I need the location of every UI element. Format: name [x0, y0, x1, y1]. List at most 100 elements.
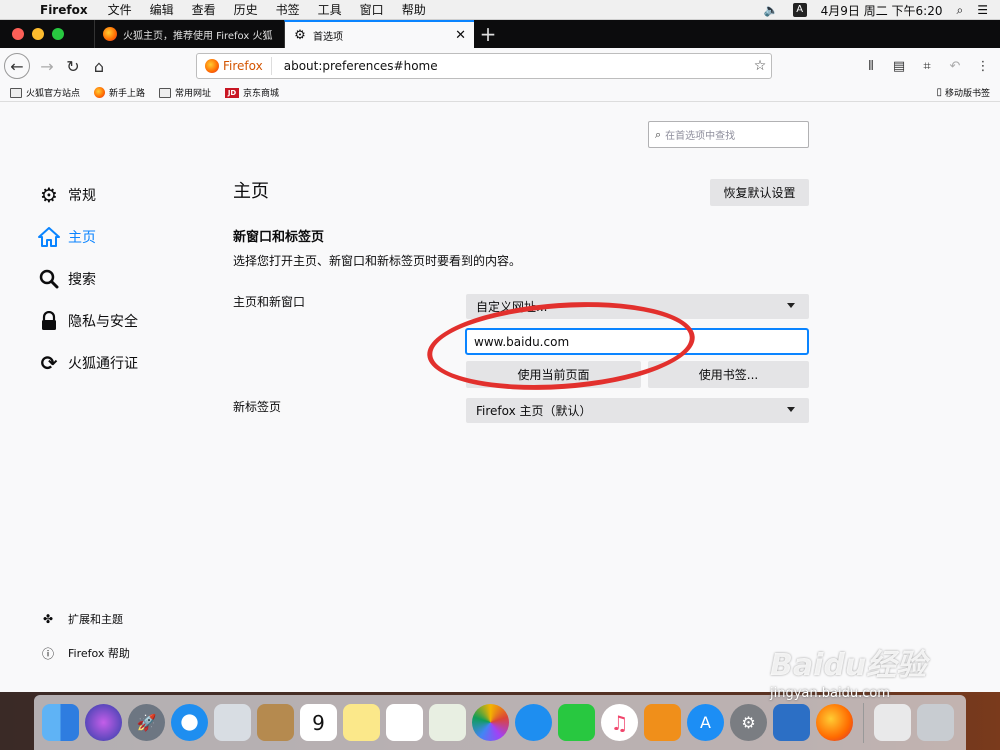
menu-icon[interactable]: ⋮ [972, 53, 994, 79]
category-home[interactable]: 主页 [38, 216, 138, 258]
app-store-icon[interactable]: A [687, 704, 724, 741]
tab-title: 首选项 [313, 31, 343, 43]
jd-logo-icon: JD [225, 87, 240, 98]
library-icon[interactable]: ⫴ [860, 53, 882, 79]
puzzle-icon: ✤ [42, 612, 54, 626]
spotlight-icon[interactable]: ⌕ [957, 3, 964, 18]
category-privacy[interactable]: 隐私与安全 [38, 300, 138, 342]
photos-icon[interactable] [472, 704, 509, 741]
messages-icon[interactable] [515, 704, 552, 741]
sidebar-icon[interactable]: ▤ [888, 53, 910, 79]
back-button[interactable]: ← [4, 53, 30, 79]
app-icon[interactable] [773, 704, 810, 741]
help-link[interactable]: ⓘ Firefox 帮助 [40, 636, 130, 670]
homepage-mode-select[interactable]: 自定义网址... [466, 294, 809, 319]
menu-view[interactable]: 查看 [192, 1, 216, 18]
reload-button[interactable]: ↻ [60, 53, 86, 79]
home-button[interactable]: ⌂ [86, 53, 112, 79]
launchpad-icon[interactable]: 🚀 [128, 704, 165, 741]
bookmark-item[interactable]: 新手上路 [94, 86, 145, 99]
menu-help[interactable]: 帮助 [402, 1, 426, 18]
volume-icon[interactable]: 🔈 [764, 3, 779, 17]
mobile-bookmarks[interactable]: ▯ 移动版书签 [936, 86, 990, 99]
siri-icon[interactable] [85, 704, 122, 741]
itunes-icon[interactable]: ♫ [601, 704, 638, 741]
category-label: 隐私与安全 [68, 314, 138, 330]
newtab-mode-select[interactable]: Firefox 主页（默认） [466, 398, 809, 423]
tab-firefox-home[interactable]: 火狐主页，推荐使用 Firefox 火狐 [94, 20, 284, 48]
category-label: 搜索 [68, 272, 96, 288]
input-method-indicator[interactable]: A [792, 3, 807, 17]
bookmark-item[interactable]: 火狐官方站点 [10, 86, 80, 99]
use-bookmark-button[interactable]: 使用书签... [648, 361, 809, 388]
mobile-device-icon: ▯ [936, 87, 942, 98]
newtab-mode-value: Firefox 主页（默认） [476, 404, 592, 418]
dropdown-caret-icon [787, 407, 795, 412]
preferences-search-input[interactable]: ⌕ 在首选项中查找 [648, 121, 809, 148]
bookmark-label: 新手上路 [109, 89, 146, 99]
bookmark-item[interactable]: JD 京东商城 [225, 86, 279, 99]
screenshot-icon[interactable]: ⌗ [916, 53, 938, 79]
lock-icon [38, 310, 60, 332]
zoom-window-icon[interactable] [52, 28, 64, 40]
forward-button[interactable]: → [34, 53, 60, 79]
menubar-clock[interactable]: 4月9日 周二 下午6:20 [821, 2, 943, 19]
finder-icon[interactable] [42, 704, 79, 741]
addons-link[interactable]: ✤ 扩展和主题 [40, 602, 130, 636]
category-general[interactable]: ⚙ 常规 [38, 174, 138, 216]
use-current-page-button[interactable]: 使用当前页面 [466, 361, 641, 388]
identity-box[interactable]: Firefox [197, 57, 272, 75]
menu-bookmarks[interactable]: 书签 [276, 1, 300, 18]
dock-separator [863, 702, 864, 743]
bookmark-item[interactable]: 常用网址 [159, 86, 211, 99]
firefox-dock-icon[interactable] [816, 704, 853, 741]
address-bar[interactable]: Firefox about:preferences#home ☆ [196, 53, 772, 79]
menu-window[interactable]: 窗口 [360, 1, 384, 18]
notification-center-icon[interactable]: ☰ [977, 3, 988, 17]
category-sync[interactable]: ⟳ 火狐通行证 [38, 342, 138, 384]
baidu-watermark: Baidu经验 jingyan.baidu.com [770, 640, 970, 701]
undo-icon[interactable]: ↶ [944, 53, 966, 79]
reminders-icon[interactable] [386, 704, 423, 741]
help-label: Firefox 帮助 [68, 647, 130, 660]
close-tab-icon[interactable]: ✕ [455, 28, 466, 43]
bookmark-label: 常用网址 [175, 89, 212, 99]
watermark-domain: jingyan.baidu.com [770, 686, 890, 701]
category-label: 火狐通行证 [68, 356, 138, 372]
preview-icon[interactable] [429, 704, 466, 741]
ibooks-icon[interactable] [644, 704, 681, 741]
url-text[interactable]: about:preferences#home [272, 59, 749, 73]
menu-tools[interactable]: 工具 [318, 1, 342, 18]
menu-history[interactable]: 历史 [234, 1, 258, 18]
sync-icon: ⟳ [40, 351, 58, 375]
trash-icon[interactable] [917, 704, 954, 741]
tab-title: 火狐主页，推荐使用 Firefox 火狐 [123, 30, 273, 42]
sidebar-footer: ✤ 扩展和主题 ⓘ Firefox 帮助 [40, 602, 130, 670]
system-preferences-icon[interactable]: ⚙ [730, 704, 767, 741]
menu-app-name[interactable]: Firefox [40, 3, 88, 17]
calendar-icon[interactable]: 9 [300, 704, 337, 741]
new-tab-button[interactable]: + [474, 20, 502, 48]
contacts-icon[interactable] [257, 704, 294, 741]
category-search[interactable]: 搜索 [38, 258, 138, 300]
search-placeholder: 在首选项中查找 [665, 131, 736, 142]
firefox-favicon-icon [94, 87, 106, 98]
facetime-icon[interactable] [558, 704, 595, 741]
minimize-window-icon[interactable] [32, 28, 44, 40]
menu-edit[interactable]: 编辑 [150, 1, 174, 18]
document-icon[interactable] [874, 704, 911, 741]
safari-icon[interactable] [171, 704, 208, 741]
notes-icon[interactable] [343, 704, 380, 741]
menu-file[interactable]: 文件 [108, 1, 132, 18]
close-window-icon[interactable] [12, 28, 24, 40]
tab-preferences[interactable]: ⚙ 首选项 ✕ [284, 20, 474, 48]
restore-defaults-button[interactable]: 恢复默认设置 [710, 179, 809, 206]
bookmark-label: 京东商城 [243, 89, 280, 99]
tab-bar: 火狐主页，推荐使用 Firefox 火狐 ⚙ 首选项 ✕ + [0, 20, 1000, 48]
mail-icon[interactable] [214, 704, 251, 741]
watermark-brand: Baidu经验 [770, 648, 927, 683]
firefox-logo-icon [205, 59, 219, 73]
gear-icon: ⚙ [40, 183, 58, 207]
homepage-url-input[interactable]: www.baidu.com [465, 328, 809, 355]
bookmark-star-icon[interactable]: ☆ [749, 58, 771, 74]
